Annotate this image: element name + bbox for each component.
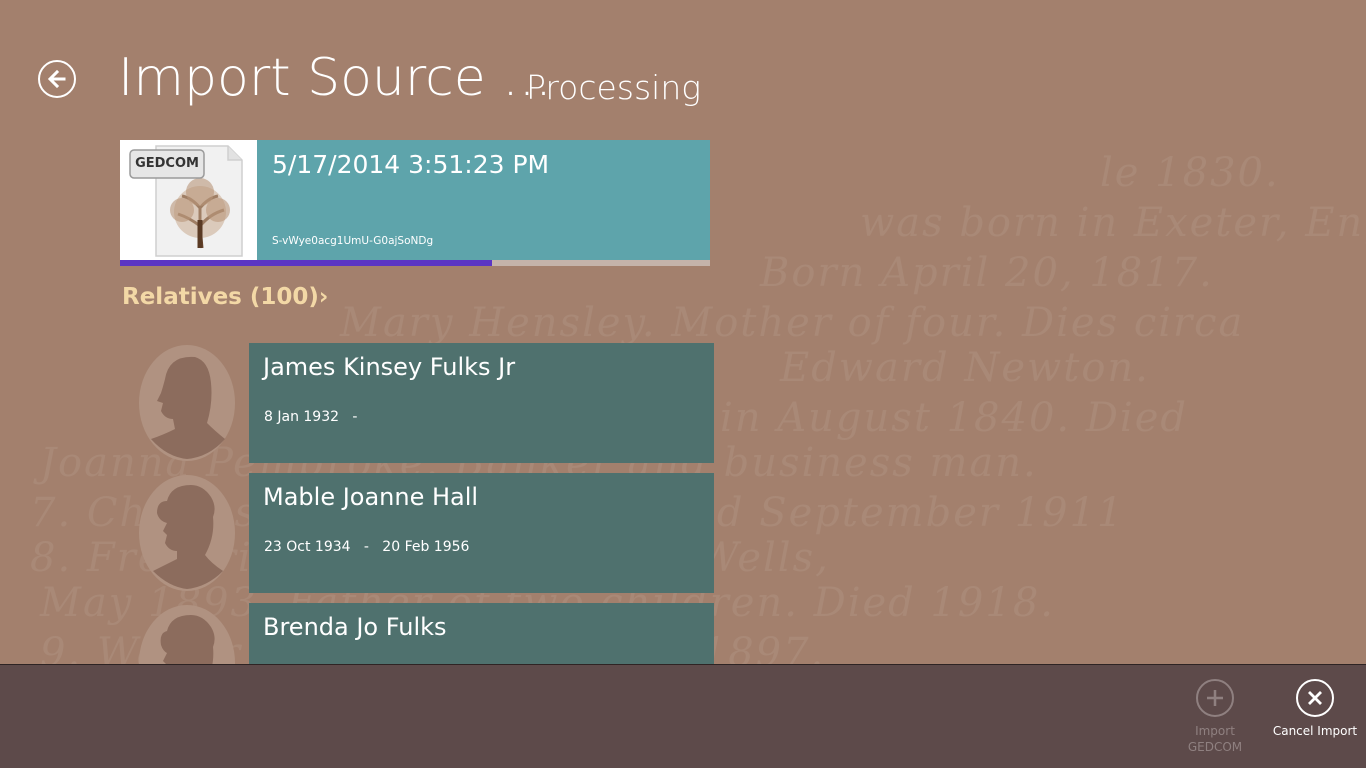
female-silhouette-icon xyxy=(137,473,237,593)
page-title: Import Source ... xyxy=(118,48,552,108)
male-silhouette-icon xyxy=(137,343,237,463)
back-button[interactable] xyxy=(38,60,76,98)
relative-card[interactable]: Mable Joanne Hall 23 Oct 1934 - 20 Feb 1… xyxy=(249,473,714,593)
source-id: S-vWye0acg1UmU-G0ajSoNDg xyxy=(272,235,434,247)
back-arrow-icon xyxy=(47,69,66,89)
relative-name: Brenda Jo Fulks xyxy=(263,613,447,641)
import-source-page: le 1830. was born in Exeter, England Bor… xyxy=(0,0,1366,768)
relative-item[interactable]: James Kinsey Fulks Jr 8 Jan 1932 - xyxy=(137,343,714,463)
source-info-panel: 5/17/2014 3:51:23 PM S-vWye0acg1UmU-G0aj… xyxy=(257,140,710,260)
relative-dates: 23 Oct 1934 - 20 Feb 1956 xyxy=(264,539,470,555)
cancel-import-button[interactable]: Cancel Import xyxy=(1270,679,1360,739)
app-bar: Import GEDCOM Cancel Import xyxy=(0,664,1366,768)
relative-item[interactable]: Mable Joanne Hall 23 Oct 1934 - 20 Feb 1… xyxy=(137,473,714,593)
gedcom-file-thumbnail: GEDCOM xyxy=(120,140,257,260)
close-icon xyxy=(1296,679,1334,717)
import-gedcom-label: Import GEDCOM xyxy=(1187,724,1243,754)
relatives-section-header[interactable]: Relatives (100)› xyxy=(122,284,328,310)
plus-icon xyxy=(1196,679,1234,717)
page-status: Processing xyxy=(526,68,702,107)
relative-name: James Kinsey Fulks Jr xyxy=(263,353,516,381)
relative-name: Mable Joanne Hall xyxy=(263,483,479,511)
import-source-tile[interactable]: GEDCOM 5/17/2014 3:51:23 PM S-vWye0acg1U… xyxy=(120,140,710,266)
source-date: 5/17/2014 3:51:23 PM xyxy=(272,150,550,179)
import-gedcom-button[interactable]: Import GEDCOM xyxy=(1170,679,1260,755)
import-progress-fill xyxy=(120,260,492,266)
cancel-import-label: Cancel Import xyxy=(1272,724,1358,738)
import-progress-bar xyxy=(120,260,710,266)
relative-card[interactable]: James Kinsey Fulks Jr 8 Jan 1932 - xyxy=(249,343,714,463)
gedcom-badge: GEDCOM xyxy=(135,156,199,171)
relative-dates: 8 Jan 1932 - xyxy=(264,409,358,425)
